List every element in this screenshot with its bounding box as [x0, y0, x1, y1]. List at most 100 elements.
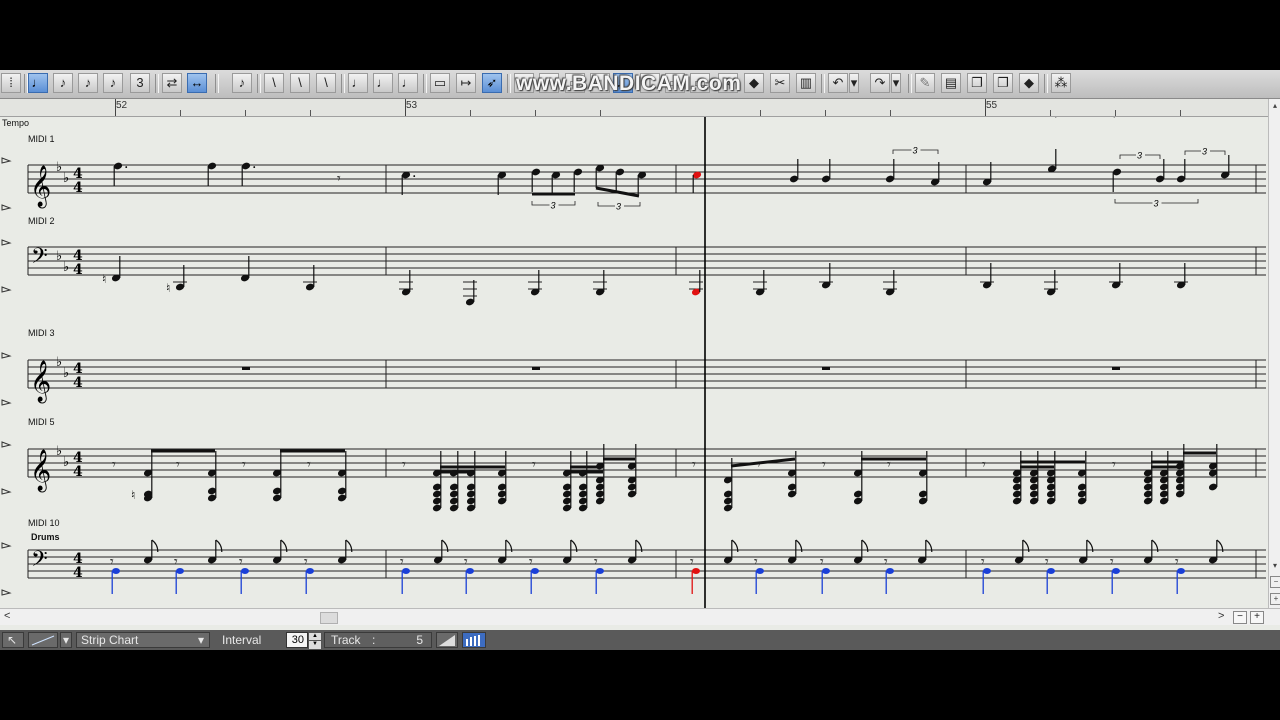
- vertical-zoom-out-icon[interactable]: −: [1270, 576, 1280, 588]
- toolbar-divider: [423, 74, 427, 93]
- zoom-out-button[interactable]: −: [1233, 611, 1247, 624]
- print-icon[interactable]: ▤: [941, 73, 961, 93]
- toolbar-divider: [341, 74, 345, 93]
- scroll-right-icon[interactable]: >: [1218, 610, 1224, 622]
- stem-down-icon[interactable]: ♩: [398, 73, 418, 93]
- horizontal-scroll-thumb[interactable]: [320, 612, 338, 624]
- ruler-tick: [600, 110, 601, 116]
- flat-icon: ♭: [63, 366, 69, 381]
- toolbar-divider: [507, 74, 511, 93]
- scroll-left-icon[interactable]: <: [4, 610, 10, 622]
- triplet-icon[interactable]: 3: [130, 73, 150, 93]
- interval-decrement-icon[interactable]: ▼: [308, 640, 322, 650]
- drum-note-head: [756, 568, 764, 574]
- strip-chart-dropdown[interactable]: Strip Chart ▾: [76, 632, 210, 648]
- fit-width-icon[interactable]: ↔: [187, 73, 207, 93]
- sixteenth-note-icon[interactable]: ♪: [78, 73, 98, 93]
- track-field: Track : 5: [324, 632, 432, 648]
- drum-note-head: [176, 568, 184, 574]
- time-signature-denominator: 4: [73, 262, 83, 278]
- eighth-rest-icon: 𝄾: [242, 457, 246, 473]
- paste-icon[interactable]: ❐: [993, 73, 1013, 93]
- copy-icon[interactable]: ❐: [967, 73, 987, 93]
- undo-icon[interactable]: ↶: [828, 73, 848, 93]
- wrench-icon[interactable]: ✎: [915, 73, 935, 93]
- flat-icon: ♭: [63, 260, 69, 275]
- score-area[interactable]: Tempo MIDI 1 MIDI 2 MIDI 3 MIDI 5 MIDI 1…: [0, 117, 1268, 612]
- drum-note-head: [596, 568, 604, 574]
- status-bar: ↖ ▾ Strip Chart ▾ Interval 30 ▲ ▼ Track …: [0, 630, 1280, 650]
- stem-up-icon[interactable]: ♩: [373, 73, 393, 93]
- time-signature-denominator: 4: [73, 464, 83, 480]
- thirty-second-note-icon[interactable]: ♪: [103, 73, 123, 93]
- interval-input[interactable]: 30: [286, 632, 308, 648]
- score-editor-window: ⁞ ♩ ♪ ♪ ♪ 3 ⇄ ↔ ♪ \ \ \ ♩ ♩ ♩ ▭ ↦ ➶ ♩ ♩ …: [0, 70, 1280, 650]
- bandicam-watermark: www.BANDICAM.com: [516, 72, 742, 95]
- line-icon: [31, 635, 55, 646]
- measure-number-52: 52: [116, 100, 128, 111]
- range-icon[interactable]: ↦: [456, 73, 476, 93]
- eighth-rest-icon: 𝄾: [1110, 554, 1114, 570]
- eighth-rest-icon: 𝄾: [112, 457, 116, 473]
- eighth-note-icon[interactable]: ♪: [53, 73, 73, 93]
- track-marker-icon: [1, 589, 12, 596]
- eraser-icon[interactable]: ◆: [744, 73, 764, 93]
- natural-icon: ♮: [166, 281, 170, 295]
- horizontal-scrollbar[interactable]: < > − +: [0, 608, 1280, 625]
- grid-icon[interactable]: ⁂: [1051, 73, 1071, 93]
- quarter-note-icon[interactable]: ♩: [28, 73, 48, 93]
- bars-view-icon[interactable]: [462, 632, 486, 648]
- treble-clef-icon: 𝄞: [30, 449, 51, 492]
- vertical-scrollbar[interactable]: ▴ ▾ − +: [1268, 99, 1280, 612]
- toolbar-divider: [215, 74, 219, 93]
- track-marker-icon: [1, 352, 12, 359]
- flat-icon: ♭: [63, 455, 69, 470]
- cursor-icon[interactable]: ➶: [482, 73, 502, 93]
- bass-clef-icon: 𝄢: [31, 244, 48, 274]
- toolbar-divider: [257, 74, 261, 93]
- slash-double-icon[interactable]: \: [316, 73, 336, 93]
- select-tool-icon[interactable]: ⁞: [1, 73, 21, 93]
- scissors-icon[interactable]: ✂: [770, 73, 790, 93]
- beam-icon[interactable]: \: [264, 73, 284, 93]
- current-drum-note: [692, 568, 700, 574]
- track-marker-icon: [1, 542, 12, 549]
- vertical-zoom-in-icon[interactable]: +: [1270, 593, 1280, 605]
- ruler-tick: [760, 110, 761, 116]
- rectangle-select-icon[interactable]: ▭: [430, 73, 450, 93]
- redo-dropdown-icon[interactable]: ▾: [891, 73, 901, 93]
- eighth-rest-icon: 𝄾: [757, 457, 761, 473]
- tuplet-number: 3: [551, 201, 556, 211]
- bars-icon[interactable]: ▥: [796, 73, 816, 93]
- clear-icon[interactable]: ◆: [1019, 73, 1039, 93]
- measure-ruler[interactable]: 52 53 55: [0, 99, 1268, 117]
- flat-icon: ♭: [56, 249, 62, 264]
- metronome-icon[interactable]: ♪: [232, 73, 252, 93]
- track-label: Track: [331, 633, 361, 647]
- velocity-ramp-icon[interactable]: [436, 632, 458, 648]
- track-marker-icon: [1, 441, 12, 448]
- zoom-in-button[interactable]: +: [1250, 611, 1264, 624]
- eighth-rest-icon: 𝄾: [982, 457, 986, 473]
- slash-icon[interactable]: \: [290, 73, 310, 93]
- scroll-down-icon[interactable]: ▾: [1270, 561, 1280, 571]
- line-tool-icon[interactable]: [28, 632, 58, 648]
- track-marker-icon: [1, 239, 12, 246]
- strip-chart-label: Strip Chart: [81, 633, 139, 647]
- chord-icon[interactable]: ♩: [348, 73, 368, 93]
- whole-rest: [242, 367, 250, 370]
- scroll-up-icon[interactable]: ▴: [1270, 101, 1280, 111]
- interval-label: Interval: [222, 633, 262, 647]
- undo-dropdown-icon[interactable]: ▾: [849, 73, 859, 93]
- pointer-tool-icon[interactable]: ↖: [2, 632, 24, 648]
- redo-icon[interactable]: ↷: [870, 73, 890, 93]
- tie-icon[interactable]: ⇄: [162, 73, 182, 93]
- tuplet-number: 3: [1137, 151, 1142, 161]
- eighth-rest-icon: 𝄾: [1112, 457, 1116, 473]
- track-marker-icon: [1, 157, 12, 164]
- ruler-tick: [825, 110, 826, 116]
- drum-note-head: [306, 568, 314, 574]
- eighth-rest-icon: 𝄾: [820, 554, 824, 570]
- notation-canvas[interactable]: 𝄞 ♭♭ 44𝄢 ♭♭44𝄞 ♭♭ 44𝄞 ♭♭ 44𝄢 44. .𝄾 .3 33 3 33♮♮𝄾♮𝄾 𝄾 𝄾…: [0, 117, 1268, 612]
- line-dropdown-icon[interactable]: ▾: [60, 632, 72, 648]
